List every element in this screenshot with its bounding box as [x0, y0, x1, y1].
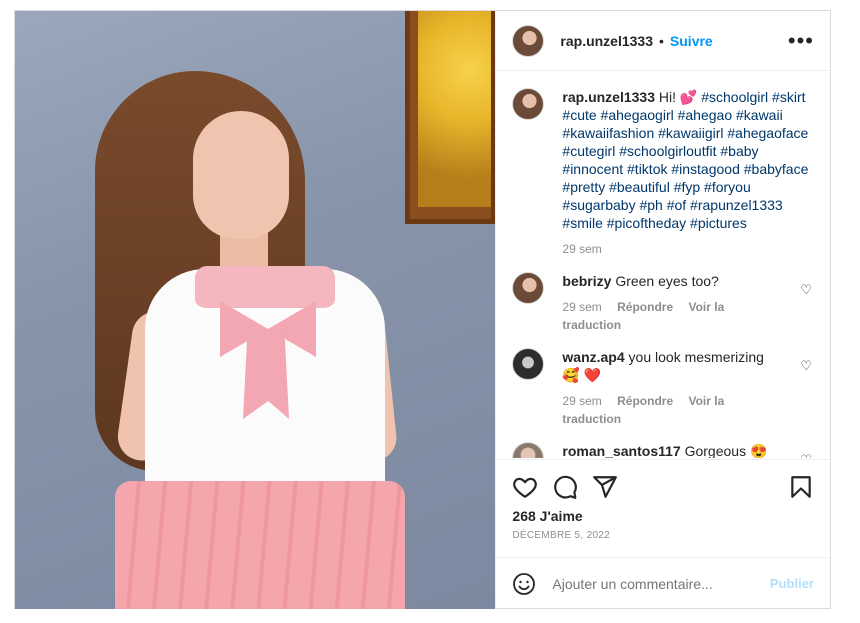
comment-time[interactable]: 29 sem [562, 394, 601, 408]
more-options-icon[interactable]: ••• [788, 29, 814, 52]
header-separator: • [659, 32, 664, 49]
pink-skirt [115, 481, 405, 609]
comment-text: Green eyes too? [615, 273, 719, 289]
comment-item: wanz.ap4 you look mesmerizing 🥰 ❤️ 29 se… [512, 348, 814, 428]
post-header: rap.unzel1333 • Suivre ••• [496, 11, 830, 71]
comment-item: bebrizy Green eyes too? 29 sem Répondre … [512, 272, 814, 334]
follow-button[interactable]: Suivre [670, 33, 713, 49]
caption-text: Hi! 💕 [658, 89, 698, 105]
post-actions: 268 J'aime DÉCEMBRE 5, 2022 [496, 459, 830, 556]
emoji-icon[interactable] [512, 572, 536, 596]
wall-painting [405, 11, 496, 224]
face [193, 111, 289, 239]
comment-avatar[interactable] [512, 272, 545, 304]
heart-icon[interactable] [512, 474, 538, 500]
comment-avatar[interactable] [512, 348, 545, 380]
post-photo[interactable] [15, 11, 496, 609]
like-count[interactable]: 268 J'aime [512, 508, 814, 524]
comment-like-icon[interactable]: ♡ [800, 452, 812, 458]
bookmark-icon[interactable] [788, 474, 814, 500]
comment-username[interactable]: roman_santos117 [562, 443, 680, 458]
share-icon[interactable] [592, 474, 618, 500]
publish-button[interactable]: Publier [770, 576, 814, 591]
post-side-panel: rap.unzel1333 • Suivre ••• rap.unzel1333… [495, 11, 830, 609]
comment-username[interactable]: bebrizy [562, 273, 611, 289]
reply-button[interactable]: Répondre [617, 394, 673, 408]
caption-username[interactable]: rap.unzel1333 [562, 89, 655, 105]
caption-hashtags[interactable]: #schoolgirl #skirt #cute #ahegaogirl #ah… [562, 89, 808, 231]
caption: rap.unzel1333 Hi! 💕 #schoolgirl #skirt #… [512, 88, 814, 258]
comment-item: roman_santos117 Gorgeous 😍🔥 ♡ [512, 442, 814, 458]
comment-like-icon[interactable]: ♡ [800, 358, 812, 374]
reply-button[interactable]: Répondre [617, 300, 673, 314]
add-comment-bar: Publier [496, 557, 830, 609]
caption-avatar[interactable] [512, 88, 545, 120]
post-date: DÉCEMBRE 5, 2022 [512, 530, 611, 541]
avatar[interactable] [512, 24, 545, 57]
comment-time[interactable]: 29 sem [562, 300, 601, 314]
header-username[interactable]: rap.unzel1333 [560, 33, 653, 49]
comment-like-icon[interactable]: ♡ [800, 282, 812, 298]
comment-username[interactable]: wanz.ap4 [562, 349, 624, 365]
comments-list[interactable]: rap.unzel1333 Hi! 💕 #schoolgirl #skirt #… [496, 72, 830, 458]
comment-input[interactable] [552, 575, 770, 592]
comment-avatar[interactable] [512, 442, 545, 458]
comment-icon[interactable] [552, 474, 578, 500]
post-container: rap.unzel1333 • Suivre ••• rap.unzel1333… [14, 10, 831, 609]
caption-time[interactable]: 29 sem [562, 242, 601, 256]
